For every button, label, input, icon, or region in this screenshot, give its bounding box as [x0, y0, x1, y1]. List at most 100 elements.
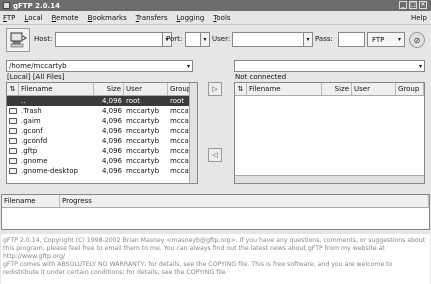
file-user: mccartyb: [126, 167, 160, 175]
local-rows: .. 4,096 root root .Trash 4,096 mccartyb mcca .g…: [7, 96, 197, 176]
minimize-button[interactable]: _: [399, 1, 407, 9]
folder-icon: [9, 138, 17, 144]
maximize-button[interactable]: □: [409, 1, 417, 9]
local-col-size[interactable]: Size: [94, 83, 124, 95]
user-input[interactable]: [232, 32, 304, 47]
sort-icon[interactable]: ⇅: [7, 83, 19, 95]
connect-button[interactable]: [6, 28, 30, 52]
folder-icon: [9, 148, 17, 154]
folder-icon: [9, 118, 17, 124]
file-name: .gconfd: [21, 137, 48, 145]
table-row[interactable]: .. 4,096 root root: [7, 96, 197, 106]
computer-connect-icon: [10, 32, 27, 48]
file-group: mcca: [170, 127, 189, 135]
pass-label: Pass:: [315, 35, 333, 43]
transfer-col-filename[interactable]: Filename: [2, 195, 60, 207]
file-user: mccartyb: [126, 127, 160, 135]
file-group: mcca: [170, 167, 189, 175]
menu-remote[interactable]: Remote: [52, 14, 79, 22]
protocol-select[interactable]: FTP ▾: [367, 32, 405, 47]
transfer-list[interactable]: Filename Progress: [1, 194, 430, 230]
file-user: mccartyb: [126, 157, 160, 165]
remote-col-size[interactable]: Size: [322, 83, 352, 95]
table-row[interactable]: .gaim 4,096 mccartyb mcca: [7, 116, 197, 126]
menu-bar: FTP Local Remote Bookmarks Transfers Log…: [0, 11, 431, 25]
file-name: .gnome-desktop: [21, 167, 78, 175]
table-row[interactable]: .gftp 4,096 mccartyb mcca: [7, 146, 197, 156]
remote-list-header: ⇅ Filename Size User Group: [235, 83, 424, 96]
log-view[interactable]: gFTP 2.0.14, Copyright (C) 1998-2002 Bri…: [1, 234, 430, 284]
window-title: gFTP 2.0.14: [13, 1, 60, 10]
file-group: mcca: [170, 137, 189, 145]
file-size: 4,096: [101, 97, 122, 105]
port-dropdown[interactable]: ▾: [200, 32, 210, 47]
menu-help[interactable]: Help: [411, 14, 427, 22]
menu-tools[interactable]: Tools: [213, 14, 230, 22]
folder-icon: [7, 106, 19, 116]
remote-horizontal-scrollbar[interactable]: [235, 175, 424, 183]
local-col-user[interactable]: User: [124, 83, 168, 95]
folder-icon: [7, 126, 19, 136]
table-row[interactable]: .gnome-desktop 4,096 mccartyb mcca: [7, 166, 197, 176]
pass-input[interactable]: [338, 32, 365, 47]
title-bar: gFTP 2.0.14 _ □ ×: [0, 0, 431, 11]
menu-ftp[interactable]: FTP: [3, 14, 15, 22]
log-line: gFTP comes with ABSOLUTELY NO WARRANTY; …: [3, 261, 393, 276]
host-input[interactable]: [55, 32, 163, 47]
file-user: mccartyb: [126, 117, 160, 125]
folder-icon: [7, 156, 19, 166]
upload-arrow-button[interactable]: ▷: [208, 82, 222, 96]
local-col-group[interactable]: Group: [168, 83, 191, 95]
file-group: root: [170, 97, 185, 105]
close-button[interactable]: ×: [419, 1, 427, 9]
table-row[interactable]: .Trash 4,096 mccartyb mcca: [7, 106, 197, 116]
file-size: 4,096: [101, 107, 122, 115]
connection-toolbar: Host: ▾ Port: ▾ User: ▾ Pass: FTP ▾ ⊘: [0, 26, 431, 54]
arrow-right-icon: ▷: [212, 85, 218, 93]
file-size: 4,096: [101, 137, 122, 145]
menu-bookmarks[interactable]: Bookmarks: [88, 14, 127, 22]
folder-icon: [7, 136, 19, 146]
local-file-list[interactable]: ⇅ Filename Size User Group .. 4,096 root ro…: [6, 82, 198, 184]
file-name: .gnome: [21, 157, 48, 165]
transfer-list-header: Filename Progress: [2, 195, 429, 208]
download-arrow-button[interactable]: ◁: [208, 148, 222, 162]
remote-col-group[interactable]: Group: [396, 83, 424, 95]
local-path-combo[interactable]: /home/mccartyb ▾: [6, 60, 193, 72]
user-dropdown[interactable]: ▾: [303, 32, 313, 47]
app-icon: [3, 2, 10, 9]
remote-col-user[interactable]: User: [352, 83, 396, 95]
log-line: gFTP 2.0.14, Copyright (C) 1998-2002 Bri…: [3, 237, 426, 260]
chevron-down-icon: ▾: [418, 63, 422, 70]
file-size: 4,096: [101, 127, 122, 135]
folder-icon: [7, 96, 19, 106]
local-list-header: ⇅ Filename Size User Group: [7, 83, 197, 96]
file-group: mcca: [170, 117, 189, 125]
folder-icon: [9, 108, 17, 114]
menu-logging[interactable]: Logging: [177, 14, 205, 22]
local-path-value: /home/mccartyb: [9, 62, 67, 70]
remote-path-combo[interactable]: ▾: [234, 60, 425, 72]
port-input[interactable]: [185, 32, 201, 47]
file-user: mccartyb: [126, 107, 160, 115]
menu-transfers[interactable]: Transfers: [136, 14, 168, 22]
remote-col-filename[interactable]: Filename: [247, 83, 322, 95]
remote-file-list[interactable]: ⇅ Filename Size User Group: [234, 82, 425, 184]
sort-icon[interactable]: ⇅: [235, 83, 247, 95]
menu-local[interactable]: Local: [24, 14, 42, 22]
folder-icon: [9, 168, 17, 174]
transfer-col-progress[interactable]: Progress: [60, 195, 429, 207]
stop-button[interactable]: ⊘: [409, 32, 425, 48]
table-row[interactable]: .gconf 4,096 mccartyb mcca: [7, 126, 197, 136]
local-vertical-scrollbar[interactable]: [189, 83, 197, 183]
local-col-filename[interactable]: Filename: [19, 83, 94, 95]
file-name: .gftp: [21, 147, 38, 155]
table-row[interactable]: .gconfd 4,096 mccartyb mcca: [7, 136, 197, 146]
arrow-left-icon: ◁: [212, 151, 218, 159]
folder-icon: [7, 166, 19, 176]
protocol-value: FTP: [372, 35, 385, 44]
file-name: ..: [21, 97, 26, 105]
file-size: 4,096: [101, 117, 122, 125]
file-size: 4,096: [101, 167, 122, 175]
table-row[interactable]: .gnome 4,096 mccartyb mcca: [7, 156, 197, 166]
